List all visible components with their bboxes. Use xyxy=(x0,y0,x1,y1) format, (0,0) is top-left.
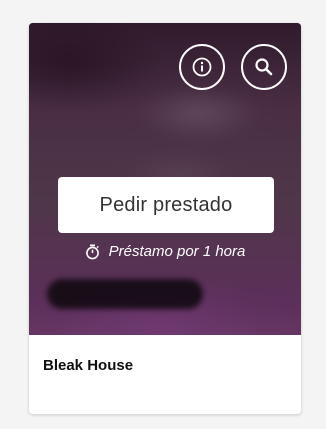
search-button[interactable] xyxy=(241,44,287,90)
search-icon xyxy=(255,58,273,76)
book-title[interactable]: Bleak House xyxy=(43,357,133,374)
loan-duration: Préstamo por 1 hora xyxy=(29,243,301,260)
info-icon xyxy=(192,57,212,77)
borrow-button-label: Pedir prestado xyxy=(99,193,233,216)
book-card: Pedir prestado Préstamo por 1 hora Bleak… xyxy=(29,23,301,414)
cover-decoration xyxy=(47,279,203,309)
borrow-button[interactable]: Pedir prestado xyxy=(58,177,274,233)
stopwatch-icon xyxy=(85,244,99,259)
book-cover[interactable]: Pedir prestado Préstamo por 1 hora xyxy=(29,23,301,335)
loan-duration-text: Préstamo por 1 hora xyxy=(108,243,246,260)
info-button[interactable] xyxy=(179,44,225,90)
